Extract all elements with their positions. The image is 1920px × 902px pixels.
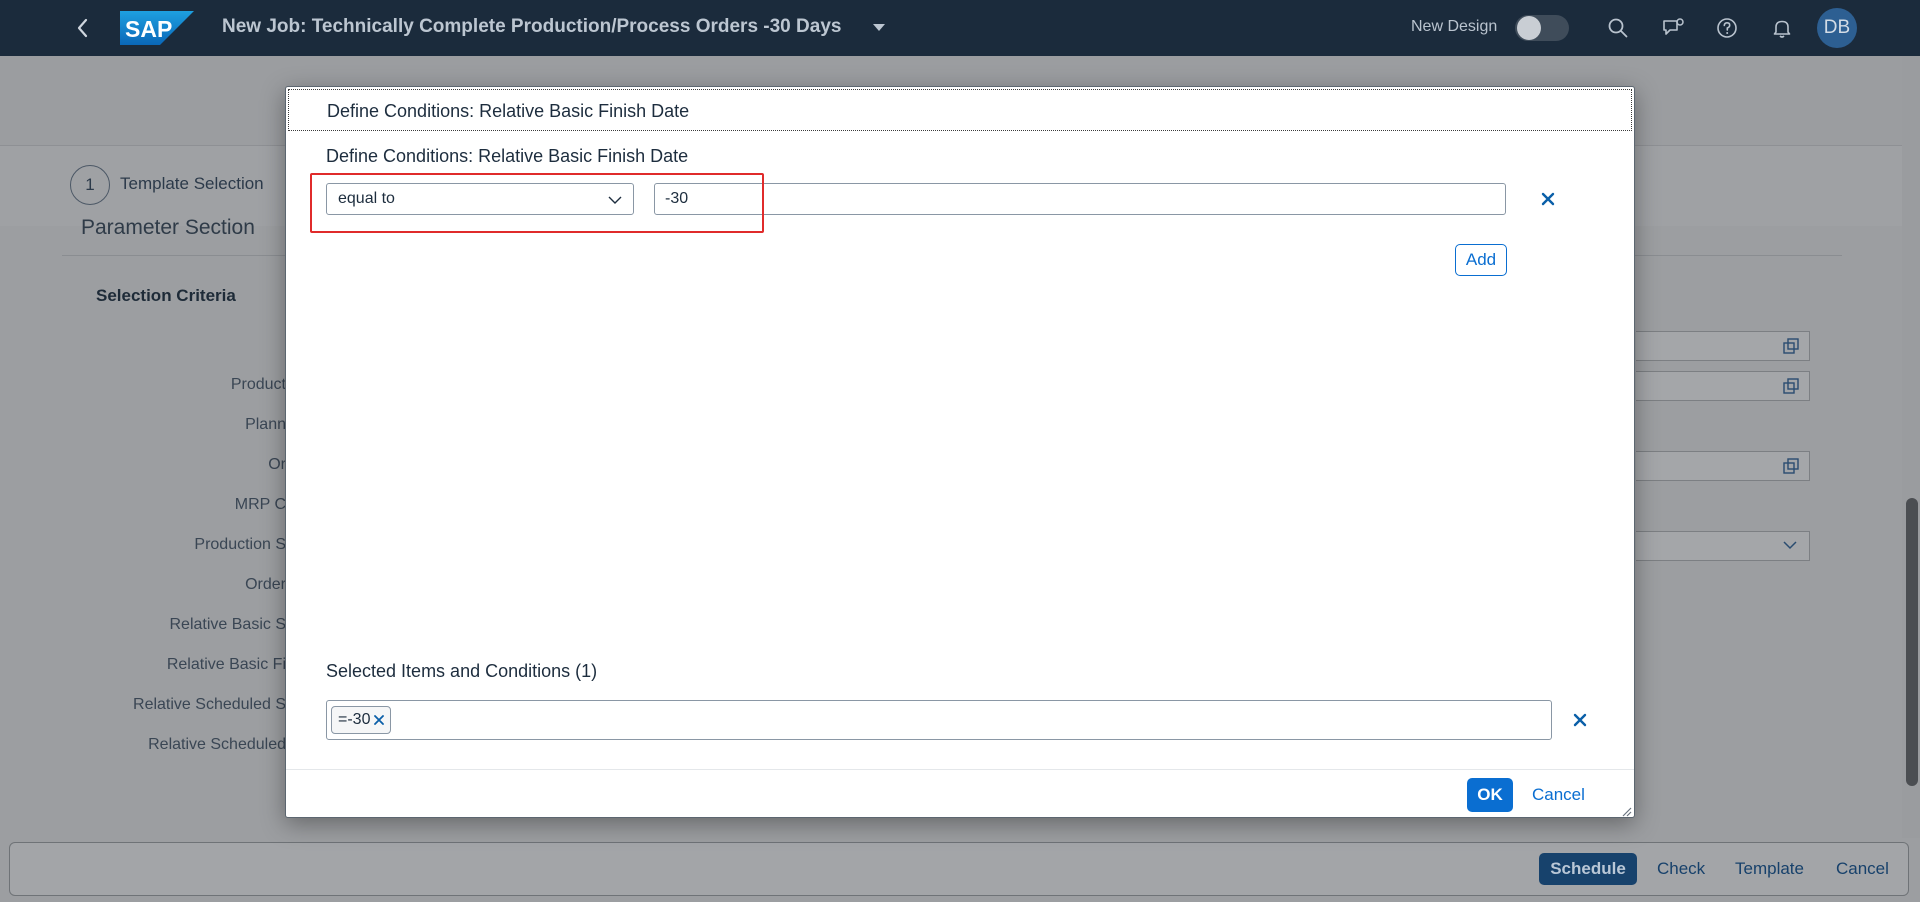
app-title[interactable]: New Job: Technically Complete Production… — [222, 16, 841, 38]
step-1-label[interactable]: Template Selection — [120, 174, 264, 194]
selected-items-title: Selected Items and Conditions (1) — [326, 661, 598, 681]
order-input[interactable] — [1636, 451, 1810, 481]
conditions-subtitle: Define Conditions: Relative Basic Finish… — [326, 146, 689, 166]
value-help-icon[interactable] — [1783, 338, 1799, 354]
toggle-knob — [1517, 16, 1541, 40]
field-label: Plann — [245, 416, 286, 433]
token-close-icon[interactable] — [372, 713, 386, 727]
new-design-label: New Design — [1411, 18, 1498, 35]
help-icon[interactable] — [1715, 16, 1739, 40]
field-label: Production S — [194, 536, 286, 553]
back-icon[interactable] — [72, 14, 94, 42]
dialog-header[interactable]: Define Conditions: Relative Basic Finish… — [288, 89, 1632, 131]
plant-input[interactable] — [1636, 371, 1810, 401]
check-button[interactable]: Check — [1657, 853, 1705, 885]
field-label: Product — [230, 376, 286, 393]
add-condition-button[interactable]: Add — [1455, 244, 1507, 276]
ok-button[interactable]: OK — [1467, 778, 1513, 812]
production-select[interactable] — [1636, 531, 1810, 561]
dialog-footer-divider — [286, 769, 1634, 770]
highlight-annotation — [310, 173, 764, 233]
condition-token[interactable]: =-30 — [331, 706, 392, 734]
feedback-icon[interactable] — [1661, 16, 1685, 40]
resize-handle-icon[interactable] — [1620, 805, 1632, 817]
field-label: MRP C — [234, 496, 286, 513]
template-button[interactable]: Template — [1735, 853, 1804, 885]
search-icon[interactable] — [1606, 16, 1630, 40]
dialog-cancel-button[interactable]: Cancel — [1532, 785, 1585, 805]
define-conditions-dialog: Define Conditions: Relative Basic Finish… — [285, 86, 1635, 818]
selection-criteria-title: Selection Criteria — [96, 286, 236, 305]
user-avatar[interactable]: DB — [1817, 8, 1857, 48]
field-label: Order — [245, 576, 286, 593]
schedule-button[interactable]: Schedule — [1539, 853, 1637, 885]
field-label: Or — [268, 456, 286, 473]
product-input[interactable] — [1636, 331, 1810, 361]
dialog-title: Define Conditions: Relative Basic Finish… — [327, 101, 690, 121]
chevron-down-icon[interactable] — [1783, 538, 1797, 552]
new-design-toggle[interactable] — [1515, 15, 1569, 41]
parameter-section-title: Parameter Section — [81, 216, 255, 239]
condition-value-input[interactable] — [654, 183, 1506, 215]
footer-cancel-button[interactable]: Cancel — [1836, 853, 1889, 885]
field-label: Relative Basic S — [169, 616, 287, 633]
value-help-icon[interactable] — [1783, 378, 1799, 394]
field-label: Relative Basic Fi — [166, 656, 286, 673]
sap-logo[interactable]: SAP — [120, 11, 194, 45]
value-help-icon[interactable] — [1783, 458, 1799, 474]
field-label: Relative Scheduled S — [133, 696, 286, 713]
token-label: =-30 — [338, 711, 371, 728]
remove-all-conditions-icon[interactable] — [1566, 706, 1594, 734]
selected-conditions-tokenizer[interactable]: =-30 — [326, 700, 1552, 740]
step-1-circle[interactable]: 1 — [70, 165, 110, 205]
remove-condition-icon[interactable] — [1534, 185, 1562, 213]
field-label: Relative Scheduled — [148, 736, 286, 753]
page-scrollbar-thumb[interactable] — [1906, 498, 1918, 786]
sap-logo-text: SAP — [125, 16, 172, 42]
notifications-bell-icon[interactable] — [1770, 16, 1794, 40]
title-dropdown-icon[interactable] — [873, 24, 885, 31]
